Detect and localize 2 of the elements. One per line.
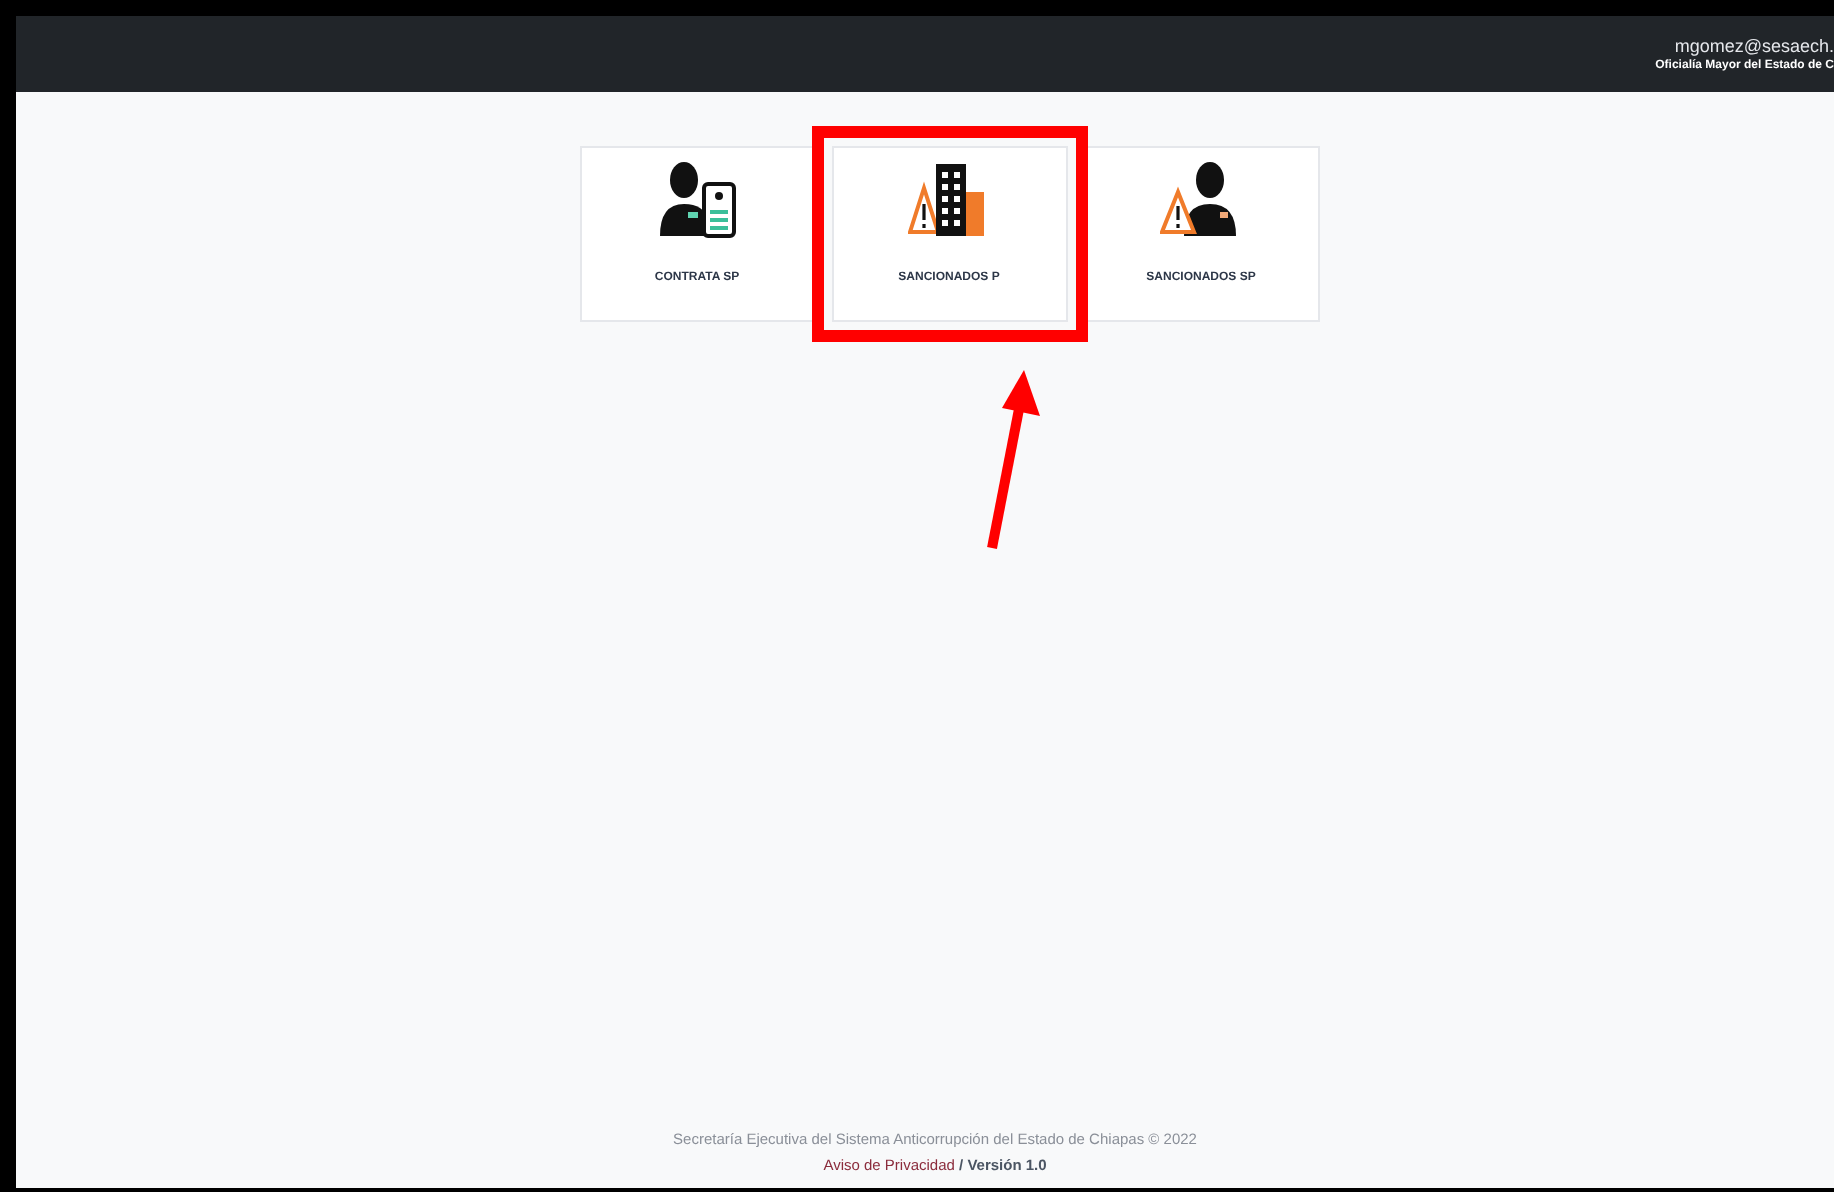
person-with-id-card-icon xyxy=(655,160,739,240)
user-email: mgomez@sesaech. xyxy=(1674,33,1834,57)
